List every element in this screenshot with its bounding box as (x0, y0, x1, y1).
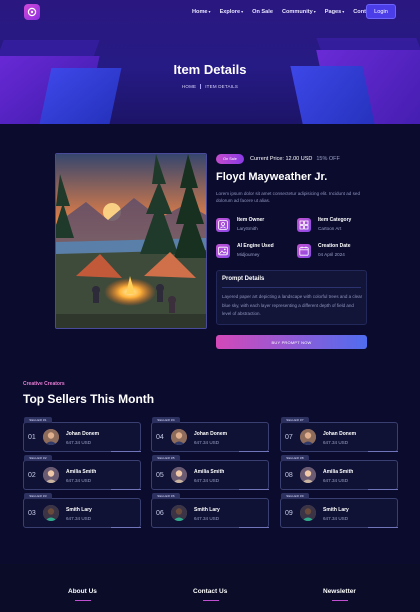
divider (222, 287, 361, 288)
seller-name: Johan Donem (323, 431, 357, 437)
brand-logo-icon[interactable] (24, 4, 40, 20)
item-description: Lorem ipsum dolor sit amet consectetur a… (216, 191, 361, 204)
nav-item-on-sale[interactable]: On Sale (252, 9, 273, 15)
current-price: Current Price: 12.00 USD 15% OFF (250, 156, 340, 162)
seller-card[interactable]: SELLER #5 05 Amilia Smith 647.34 USD (151, 455, 269, 490)
seller-card[interactable]: SELLER #4 04 Johan Donem 647.34 USD (151, 417, 269, 452)
footer-heading-newsletter: Newsletter (323, 588, 356, 595)
seller-name: Amilia Smith (194, 469, 225, 475)
meta-creation-date: Creation Date 04 April 2024 (297, 243, 377, 261)
nav-item-home[interactable]: Home▾ (192, 9, 211, 15)
divider (75, 600, 91, 601)
meta-item-owner: Item Owner LarySmith (216, 217, 296, 235)
chevron-down-icon: ▾ (208, 9, 211, 14)
seller-amount: 647.34 USD (323, 478, 349, 483)
avatar (43, 467, 59, 483)
item-title: Floyd Mayweather Jr. (216, 171, 328, 183)
seller-name: Smith Lary (66, 507, 92, 513)
prompt-details-title: Prompt Details (222, 276, 265, 282)
seller-amount: 647.34 USD (66, 478, 92, 483)
meta-ai-engine: AI Engine Used Midjourney (216, 243, 296, 261)
chevron-down-icon: ▾ (313, 9, 316, 14)
item-artwork-image (55, 153, 207, 329)
seller-amount: 647.34 USD (194, 440, 220, 445)
breadcrumb-divider (200, 84, 202, 90)
avatar (43, 505, 59, 521)
seller-amount: 647.34 USD (194, 478, 220, 483)
discount-label: 15% OFF (316, 156, 340, 162)
seller-name: Smith Lary (323, 507, 349, 513)
seller-name: Johan Donem (66, 431, 100, 437)
breadcrumb-home[interactable]: HOME (182, 84, 196, 89)
user-icon (216, 218, 230, 232)
prompt-details-box: Prompt Details Layered paper art depicti… (216, 270, 367, 325)
seller-card[interactable]: SELLER #1 01 Johan Donem 647.34 USD (23, 417, 141, 452)
seller-card[interactable]: SELLER #8 08 Amilia Smith 647.34 USD (280, 455, 398, 490)
seller-card[interactable]: SELLER #7 07 Johan Donem 647.34 USD (280, 417, 398, 452)
nav-item-pages[interactable]: Pages▾ (325, 9, 345, 15)
on-sale-badge: On Sale (216, 154, 244, 164)
owner-link[interactable]: LarySmith (237, 226, 258, 231)
footer-heading-contact: Contact Us (193, 588, 228, 595)
section-title: Top Sellers This Month (23, 392, 155, 406)
page-title: Item Details (173, 62, 247, 77)
image-icon (216, 244, 230, 258)
buy-prompt-button[interactable]: BUY PROMPT NOW (216, 335, 367, 349)
avatar (300, 505, 316, 521)
main-nav: Home▾ Explore▾ On Sale Community▾ Pages▾… (192, 9, 383, 15)
chevron-down-icon: ▾ (342, 9, 345, 14)
nav-item-community[interactable]: Community▾ (282, 9, 316, 15)
login-button[interactable]: Login (366, 4, 396, 19)
prompt-text: Layered paper art depicting a landscape … (222, 294, 363, 316)
calendar-icon (297, 244, 311, 258)
seller-amount: 647.34 USD (66, 440, 92, 445)
seller-card[interactable]: SELLER #2 02 Amilia Smith 647.34 USD (23, 455, 141, 490)
footer: About Us Contact Us Newsletter (0, 564, 420, 612)
avatar (300, 429, 316, 445)
seller-amount: 647.34 USD (66, 516, 92, 521)
seller-name: Amilia Smith (323, 469, 354, 475)
seller-name: Johan Donem (194, 431, 228, 437)
avatar (300, 467, 316, 483)
avatar (171, 467, 187, 483)
avatar (171, 505, 187, 521)
divider (332, 600, 348, 601)
seller-card[interactable]: SELLER #6 06 Smith Lary 647.34 USD (151, 493, 269, 528)
seller-card[interactable]: SELLER #3 03 Smith Lary 647.34 USD (23, 493, 141, 528)
breadcrumb-current: ITEM DETAILS (205, 84, 239, 89)
hero-banner: Home▾ Explore▾ On Sale Community▾ Pages▾… (0, 0, 420, 124)
seller-name: Amilia Smith (66, 469, 97, 475)
seller-card[interactable]: SELLER #9 09 Smith Lary 647.34 USD (280, 493, 398, 528)
seller-amount: 647.34 USD (323, 516, 349, 521)
section-subtitle: Creative Creators (23, 381, 65, 387)
nav-item-explore[interactable]: Explore▾ (220, 9, 244, 15)
divider (203, 600, 219, 601)
avatar (43, 429, 59, 445)
meta-item-category: Item Category Cartoon Art (297, 217, 377, 235)
breadcrumb: HOME ITEM DETAILS (0, 84, 420, 90)
avatar (171, 429, 187, 445)
footer-heading-about: About Us (68, 588, 97, 595)
grid-icon (297, 218, 311, 232)
seller-name: Smith Lary (194, 507, 220, 513)
seller-amount: 647.34 USD (194, 516, 220, 521)
chevron-down-icon: ▾ (241, 9, 244, 14)
seller-amount: 647.34 USD (323, 440, 349, 445)
